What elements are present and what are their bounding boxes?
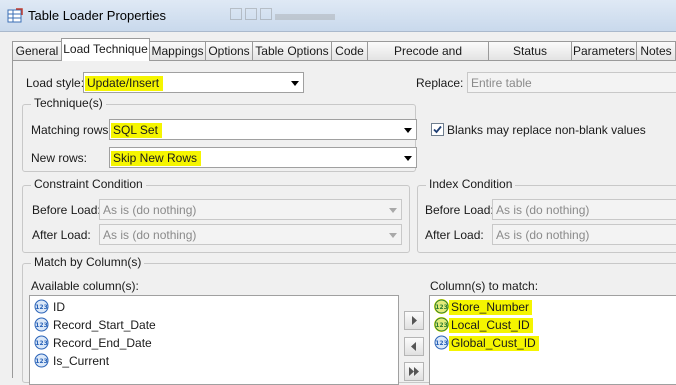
column-name: Local_Cust_ID (449, 318, 533, 333)
double-arrow-right-icon (409, 367, 419, 376)
numeric-column-icon: 123 (34, 353, 49, 368)
numeric-column-icon: 123 (34, 335, 49, 350)
svg-text:123: 123 (35, 322, 48, 329)
constraint-after-label: After Load: (32, 228, 91, 242)
checkmark-icon (433, 125, 442, 134)
matching-rows-label: Matching rows: (31, 123, 112, 137)
tab-load-technique[interactable]: Load Technique (61, 38, 150, 61)
index-before-label: Before Load: (425, 203, 494, 217)
numeric-column-icon: 123 (34, 317, 49, 332)
tab-precode-postcode[interactable]: Precode and Postcode (367, 41, 489, 76)
tab-mappings[interactable]: Mappings (149, 41, 206, 60)
chevron-down-icon (389, 233, 397, 238)
column-name: Is_Current (53, 354, 110, 368)
tab-table-options[interactable]: Table Options (252, 41, 332, 60)
new-rows-select[interactable]: Skip New Rows (109, 147, 417, 168)
tab-status-handling[interactable]: Status Handling (488, 41, 572, 76)
column-name: ID (53, 300, 65, 314)
blanks-checkbox-label: Blanks may replace non-blank values (447, 123, 646, 137)
index-after-label: After Load: (425, 228, 484, 242)
window-title: Table Loader Properties (28, 8, 167, 23)
move-left-button[interactable] (404, 337, 424, 356)
constraint-condition-title: Constraint Condition (31, 177, 146, 191)
arrow-left-icon (411, 342, 416, 351)
blanks-checkbox[interactable] (431, 123, 444, 136)
chevron-down-icon (404, 156, 412, 161)
columns-to-match-label: Column(s) to match: (430, 279, 539, 293)
tab-parameters[interactable]: Parameters (571, 41, 637, 60)
constraint-before-select[interactable]: As is (do nothing) (99, 199, 402, 220)
load-style-value: Update/Insert (85, 76, 164, 91)
load-style-select[interactable]: Update/Insert (83, 72, 304, 93)
chevron-down-icon (291, 81, 299, 86)
index-after-select[interactable]: As is (do nothing) (492, 224, 676, 245)
move-right-button[interactable] (404, 311, 424, 330)
chevron-down-icon (389, 208, 397, 213)
table-loader-icon (7, 8, 23, 23)
arrow-right-icon (412, 316, 417, 325)
svg-text:123: 123 (435, 304, 448, 311)
svg-text:123: 123 (35, 304, 48, 311)
svg-text:123: 123 (435, 322, 448, 329)
constraint-before-label: Before Load: (32, 203, 101, 217)
constraint-after-select[interactable]: As is (do nothing) (99, 224, 402, 245)
replace-label: Replace: (416, 76, 464, 90)
numeric-column-icon: 123 (434, 317, 449, 332)
match-by-columns-title: Match by Column(s) (31, 255, 145, 269)
background-window-ghost (230, 8, 390, 22)
column-name: Record_End_Date (53, 336, 152, 350)
new-rows-value: Skip New Rows (111, 151, 202, 166)
svg-text:123: 123 (35, 358, 48, 365)
svg-text:123: 123 (35, 340, 48, 347)
index-before-value: As is (do nothing) (496, 203, 590, 217)
constraint-before-value: As is (do nothing) (103, 203, 197, 217)
column-name: Store_Number (449, 300, 533, 315)
replace-select[interactable]: Entire table (467, 72, 676, 93)
index-before-select[interactable]: As is (do nothing) (492, 199, 676, 220)
tab-options[interactable]: Options (205, 41, 253, 60)
columns-to-match-list[interactable]: 123 Store_Number 123 Local_Cust_ID 123 G… (429, 295, 676, 385)
matching-rows-select[interactable]: SQL Set (109, 119, 417, 140)
move-all-right-button[interactable] (404, 362, 424, 381)
numeric-column-icon: 123 (34, 299, 49, 314)
svg-text:123: 123 (435, 340, 448, 347)
technique-group-title: Technique(s) (31, 96, 106, 110)
window-titlebar: Table Loader Properties (0, 0, 676, 32)
tab-code[interactable]: Code (331, 41, 368, 60)
chevron-down-icon (404, 128, 412, 133)
index-after-value: As is (do nothing) (496, 228, 590, 242)
replace-value: Entire table (471, 76, 532, 90)
new-rows-label: New rows: (31, 151, 88, 165)
column-name: Record_Start_Date (53, 318, 156, 332)
column-name: Global_Cust_ID (449, 336, 539, 351)
constraint-after-value: As is (do nothing) (103, 228, 197, 242)
load-style-label: Load style: (26, 76, 85, 90)
available-columns-list[interactable]: 123 ID 123 Record_Start_Date 123 Record_… (29, 295, 399, 385)
matching-rows-value: SQL Set (111, 123, 162, 138)
index-condition-title: Index Condition (426, 177, 516, 191)
tab-general[interactable]: General (12, 41, 62, 60)
numeric-column-icon: 123 (434, 335, 449, 350)
tab-notes[interactable]: Notes (636, 41, 676, 60)
numeric-column-icon: 123 (434, 299, 449, 314)
available-columns-label: Available column(s): (31, 279, 139, 293)
